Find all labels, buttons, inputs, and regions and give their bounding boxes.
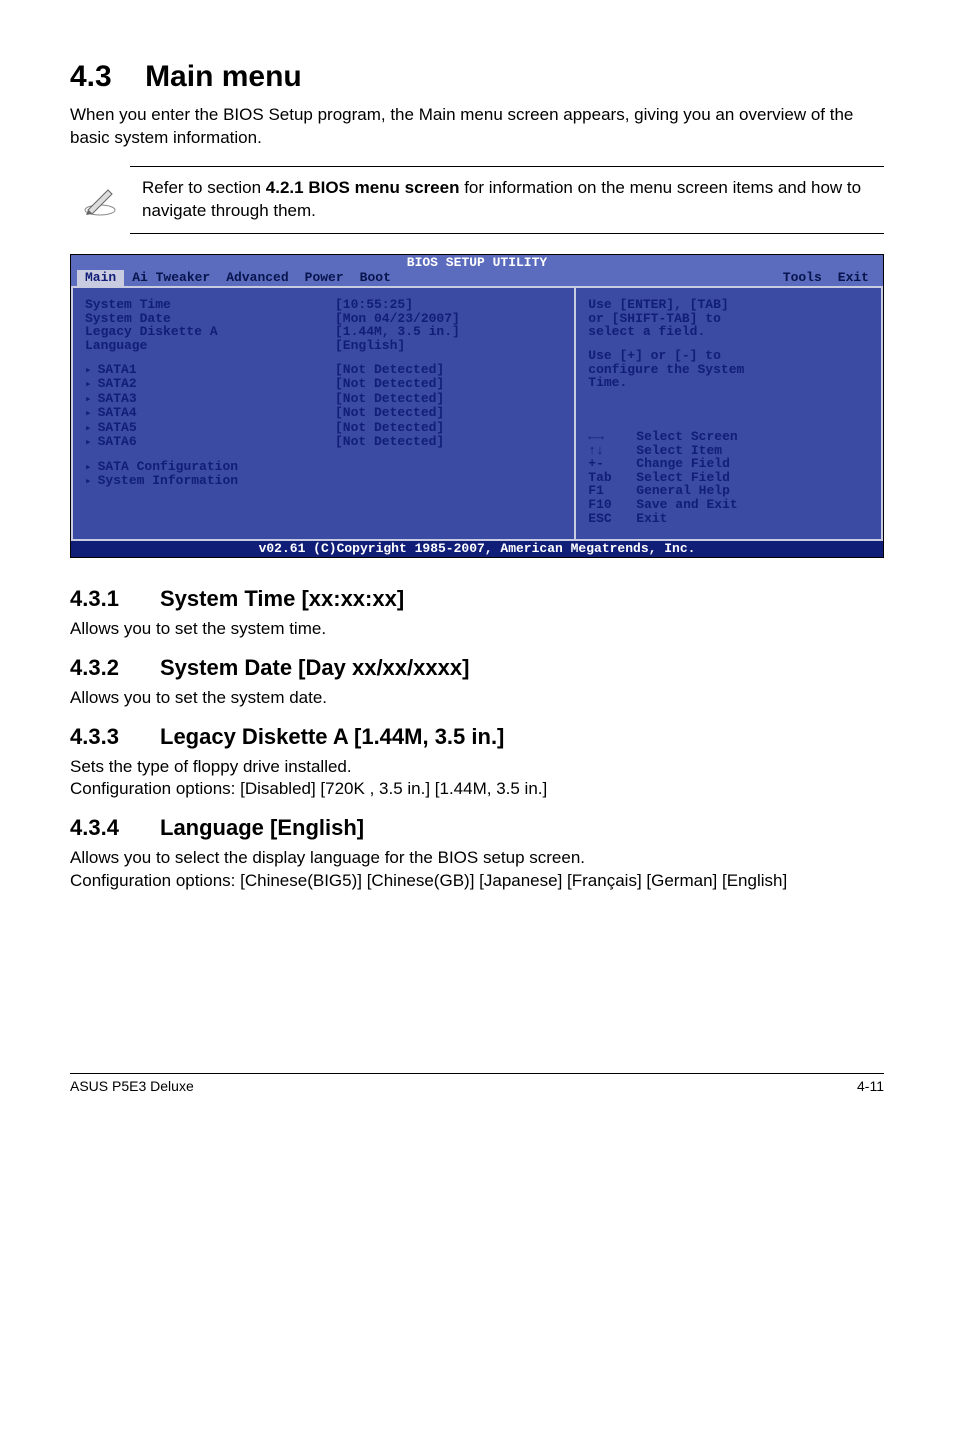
- bios-key-general-help: F1General Help: [588, 484, 869, 498]
- section-title-text: Main menu: [145, 60, 302, 93]
- section-heading: 4.3 Main menu: [70, 60, 884, 94]
- subsection-heading-433: 4.3.3Legacy Diskette A [1.44M, 3.5 in.]: [70, 724, 884, 750]
- bios-row-sata1[interactable]: SATA1[Not Detected]: [85, 363, 562, 378]
- subsection-heading-434: 4.3.4Language [English]: [70, 815, 884, 841]
- bios-key-select-screen: ←→Select Screen: [588, 430, 869, 444]
- note-bold: 4.2.1 BIOS menu screen: [266, 178, 460, 197]
- bios-left-pane: System Time[10:55:25] System Date[Mon 04…: [71, 286, 574, 541]
- bios-row-system-date[interactable]: System Date[Mon 04/23/2007]: [85, 312, 562, 326]
- bios-screenshot: BIOS SETUP UTILITY Main Ai Tweaker Advan…: [70, 254, 884, 558]
- bios-key-exit: ESCExit: [588, 512, 869, 526]
- bios-help-top: Use [ENTER], [TAB] or [SHIFT-TAB] to sel…: [588, 298, 869, 339]
- subsection-body-434b: Configuration options: [Chinese(BIG5)] […: [70, 870, 884, 893]
- bios-row-sata5[interactable]: SATA5[Not Detected]: [85, 421, 562, 436]
- bios-tab-boot[interactable]: Boot: [352, 270, 399, 286]
- bios-body: System Time[10:55:25] System Date[Mon 04…: [71, 286, 883, 541]
- subsection-heading-432: 4.3.2System Date [Day xx/xx/xxxx]: [70, 655, 884, 681]
- bios-key-save-exit: F10Save and Exit: [588, 498, 869, 512]
- section-number: 4.3: [70, 60, 112, 93]
- bios-right-pane: Use [ENTER], [TAB] or [SHIFT-TAB] to sel…: [574, 286, 883, 541]
- pencil-icon: [70, 180, 130, 220]
- page: 4.3 Main menu When you enter the BIOS Se…: [0, 0, 954, 1124]
- note-block: Refer to section 4.2.1 BIOS menu screen …: [70, 166, 884, 234]
- bios-tab-advanced[interactable]: Advanced: [218, 270, 296, 286]
- bios-title: BIOS SETUP UTILITY: [71, 255, 883, 271]
- bios-tab-power[interactable]: Power: [297, 270, 352, 286]
- bios-row-sata2[interactable]: SATA2[Not Detected]: [85, 377, 562, 392]
- intro-paragraph: When you enter the BIOS Setup program, t…: [70, 104, 884, 150]
- page-footer: ASUS P5E3 Deluxe 4-11: [70, 1073, 884, 1094]
- footer-left: ASUS P5E3 Deluxe: [70, 1078, 194, 1094]
- bios-tab-main[interactable]: Main: [77, 270, 124, 286]
- bios-help-mid: Use [+] or [-] to configure the System T…: [588, 349, 869, 390]
- bios-tab-bar: Main Ai Tweaker Advanced Power Boot Tool…: [71, 270, 883, 286]
- bios-submenu-system-info[interactable]: System Information: [85, 474, 562, 489]
- bios-tab-aitweaker[interactable]: Ai Tweaker: [124, 270, 218, 286]
- subsection-body-431: Allows you to set the system time.: [70, 618, 884, 641]
- bios-footer: v02.61 (C)Copyright 1985-2007, American …: [71, 541, 883, 557]
- note-text: Refer to section 4.2.1 BIOS menu screen …: [130, 166, 884, 234]
- footer-right: 4-11: [857, 1078, 884, 1094]
- bios-tab-tools[interactable]: Tools: [775, 270, 830, 286]
- bios-row-sata6[interactable]: SATA6[Not Detected]: [85, 435, 562, 450]
- bios-row-sata4[interactable]: SATA4[Not Detected]: [85, 406, 562, 421]
- bios-key-legend: ←→Select Screen ↑↓Select Item +-Change F…: [588, 430, 869, 525]
- bios-row-legacy-diskette[interactable]: Legacy Diskette A[1.44M, 3.5 in.]: [85, 325, 562, 339]
- bios-row-sata3[interactable]: SATA3[Not Detected]: [85, 392, 562, 407]
- subsection-body-433a: Sets the type of floppy drive installed.: [70, 756, 884, 779]
- bios-key-select-field: TabSelect Field: [588, 471, 869, 485]
- subsection-heading-431: 4.3.1System Time [xx:xx:xx]: [70, 586, 884, 612]
- subsection-body-433b: Configuration options: [Disabled] [720K …: [70, 778, 884, 801]
- bios-key-change-field: +-Change Field: [588, 457, 869, 471]
- subsection-body-434a: Allows you to select the display languag…: [70, 847, 884, 870]
- subsection-body-432: Allows you to set the system date.: [70, 687, 884, 710]
- bios-key-select-item: ↑↓Select Item: [588, 444, 869, 458]
- note-prefix: Refer to section: [142, 178, 266, 197]
- bios-row-system-time[interactable]: System Time[10:55:25]: [85, 298, 562, 312]
- bios-tab-exit[interactable]: Exit: [830, 270, 877, 286]
- bios-row-language[interactable]: Language[English]: [85, 339, 562, 353]
- bios-submenu-sata-config[interactable]: SATA Configuration: [85, 460, 562, 475]
